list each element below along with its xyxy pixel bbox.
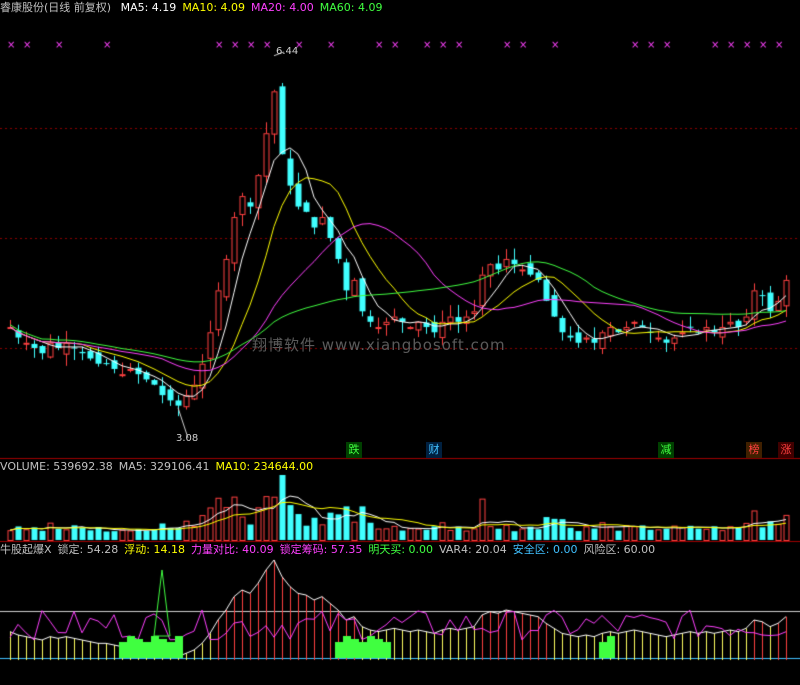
volume-header: VOLUME: 539692.38 MA5: 329106.41 MA10: 234…: [0, 459, 319, 475]
indicator-label-3: 力量对比: 40.09: [190, 543, 274, 556]
signal-badge-1: 财: [426, 442, 442, 458]
ma-label-2: MA20: 4.00: [251, 1, 314, 14]
ma-label-0: MA5: 4.19: [120, 1, 177, 14]
signal-badge-3: 榜: [746, 442, 762, 458]
indicator-label-5: 明天买: 0.00: [368, 543, 434, 556]
volume-label-1: MA5: 329106.41: [118, 460, 210, 473]
signal-badge-4: 涨: [778, 442, 794, 458]
signal-badge-0: 跌: [346, 442, 362, 458]
indicator-label-7: 安全区: 0.00: [512, 543, 578, 556]
stock-title: 睿康股份(日线 前复权): [0, 1, 112, 14]
ma-label-3: MA60: 4.09: [319, 1, 383, 14]
indicator-label-1: 锁定: 54.28: [57, 543, 119, 556]
ma-label-1: MA10: 4.09: [182, 1, 246, 14]
indicator-label-8: 风险区: 60.00: [583, 543, 656, 556]
indicator-label-2: 浮动: 14.18: [124, 543, 185, 556]
ma-legend: MA5: 4.19 MA10: 4.09 MA20: 4.00 MA60: 4.09: [121, 1, 389, 14]
indicator-label-6: VAR4: 20.04: [439, 543, 507, 556]
indicator-label-0: 牛股起爆X: [0, 543, 52, 556]
indicator-header: 牛股起爆X 锁定: 54.28 浮动: 14.18 力量对比: 40.09 锁定筹码: …: [0, 542, 661, 558]
volume-label-2: MA10: 234644.00: [215, 460, 314, 473]
signal-badge-2: 减: [658, 442, 674, 458]
price-header: 睿康股份(日线 前复权) MA5: 4.19 MA10: 4.09 MA20: 4.…: [0, 0, 394, 16]
price-high-label: 6.44: [276, 46, 299, 57]
watermark: 翔博软件 www.xiangbosoft.com: [252, 336, 506, 354]
price-low-label: 3.08: [176, 433, 199, 444]
volume-label-0: VOLUME: 539692.38: [0, 460, 113, 473]
indicator-label-4: 锁定筹码: 57.35: [279, 543, 363, 556]
